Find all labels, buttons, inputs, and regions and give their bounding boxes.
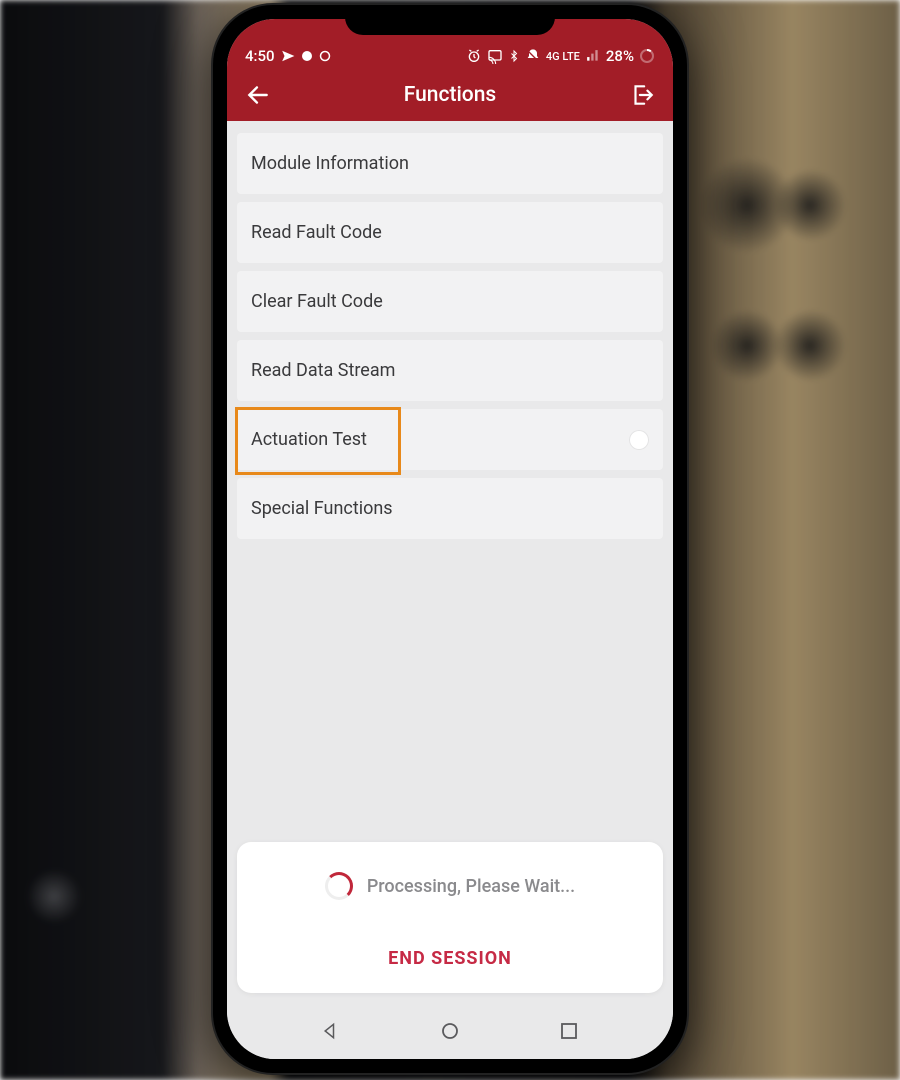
signal-icon [585,49,601,63]
list-item-label: Actuation Test [251,429,367,450]
mute-icon [525,48,541,64]
location-icon [281,49,295,63]
exit-button[interactable] [629,82,655,108]
spinner-icon [325,872,353,900]
list-item-label: Read Data Stream [251,360,395,381]
functions-list: Module Information Read Fault Code Clear… [227,121,673,832]
network-type-label: 4G LTE [546,51,580,62]
function-read-fault-code[interactable]: Read Fault Code [237,202,663,263]
end-session-label: END SESSION [388,948,512,969]
status-time: 4:50 [245,47,275,65]
function-read-data-stream[interactable]: Read Data Stream [237,340,663,401]
android-nav-bar [227,1003,673,1059]
end-session-button[interactable]: END SESSION [247,938,653,979]
function-special-functions[interactable]: Special Functions [237,478,663,539]
nav-back-button[interactable] [316,1016,346,1046]
status-bar-left: 4:50 [245,47,331,65]
phone-frame: 4:50 [213,5,687,1073]
status-bar-right: 4G LTE 28% [466,47,655,65]
bluetooth-icon [508,48,520,64]
app-header: Functions [227,69,673,121]
status-dot-filled-icon [301,50,313,62]
list-item-label: Special Functions [251,498,393,519]
function-actuation-test[interactable]: Actuation Test [237,409,663,470]
nav-home-button[interactable] [435,1016,465,1046]
battery-percent: 28% [606,47,634,65]
loading-indicator-icon [629,430,649,450]
status-dot-outline-icon [319,50,331,62]
list-item-label: Read Fault Code [251,222,382,243]
nav-recent-button[interactable] [554,1016,584,1046]
alarm-icon [466,48,482,64]
page-title: Functions [404,83,496,107]
function-clear-fault-code[interactable]: Clear Fault Code [237,271,663,332]
list-item-label: Module Information [251,153,409,174]
processing-text: Processing, Please Wait... [367,876,575,897]
cast-icon [487,48,503,64]
list-item-label: Clear Fault Code [251,291,383,312]
battery-ring-icon [639,48,655,64]
processing-row: Processing, Please Wait... [247,862,653,910]
phone-screen: 4:50 [227,19,673,1059]
back-button[interactable] [245,82,271,108]
phone-notch [345,9,555,35]
bottom-card: Processing, Please Wait... END SESSION [237,842,663,993]
function-module-information[interactable]: Module Information [237,133,663,194]
